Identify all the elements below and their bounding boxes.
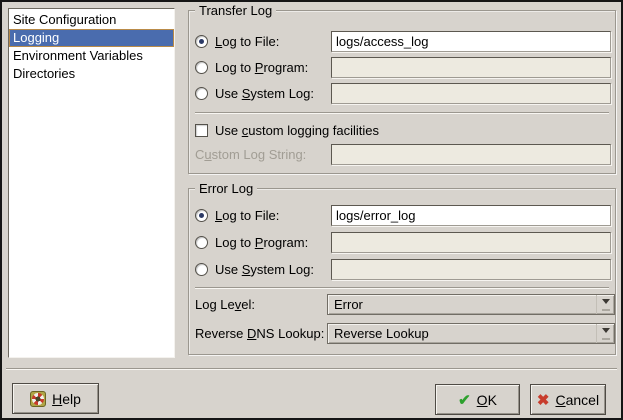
reverse-dns-lookup-select[interactable]: Reverse Lookup [327, 323, 615, 344]
log-level-value: Error [328, 295, 596, 314]
transfer-log-to-program-radio[interactable] [195, 61, 208, 74]
dropdown-arrow-icon [596, 324, 614, 343]
transfer-use-system-log-radio[interactable] [195, 87, 208, 100]
help-button[interactable]: Help [12, 383, 99, 414]
logging-settings-dialog: Site Configuration Logging Environment V… [0, 0, 623, 420]
sidebar-item-directories[interactable]: Directories [9, 65, 174, 83]
error-log-program-input [331, 232, 611, 253]
error-log-frame-title: Error Log [195, 181, 257, 196]
transfer-log-frame-title: Transfer Log [195, 3, 276, 18]
transfer-system-log-input [331, 83, 611, 104]
error-log-to-program-radio[interactable] [195, 236, 208, 249]
log-level-select[interactable]: Error [327, 294, 615, 315]
ok-button-label: OK [477, 392, 497, 408]
reverse-dns-lookup-label: Reverse DNS Lookup: [195, 326, 324, 341]
error-system-log-input [331, 259, 611, 280]
error-log-to-program-label: Log to Program: [215, 235, 308, 250]
sidebar-item-site-configuration[interactable]: Site Configuration [9, 11, 174, 29]
dropdown-arrow-icon [596, 295, 614, 314]
help-lifebuoy-icon [30, 391, 46, 407]
transfer-log-to-program-label: Log to Program: [215, 60, 308, 75]
check-icon: ✔ [458, 391, 471, 409]
error-use-system-log-label: Use System Log: [215, 262, 314, 277]
sidebar-item-logging[interactable]: Logging [9, 29, 174, 47]
error-log-to-file-radio[interactable] [195, 209, 208, 222]
use-custom-logging-facilities-label: Use custom logging facilities [215, 123, 379, 138]
reverse-dns-lookup-value: Reverse Lookup [328, 324, 596, 343]
config-section-list: Site Configuration Logging Environment V… [8, 8, 175, 358]
x-icon: ✖ [537, 391, 550, 409]
cancel-button[interactable]: ✖ Cancel [530, 384, 606, 415]
transfer-log-to-file-radio[interactable] [195, 35, 208, 48]
transfer-log-program-input [331, 57, 611, 78]
sidebar-item-environment-variables[interactable]: Environment Variables [9, 47, 174, 65]
cancel-button-label: Cancel [555, 392, 599, 408]
action-area-separator [6, 368, 617, 370]
use-custom-logging-facilities-checkbox[interactable] [195, 124, 208, 137]
error-log-frame: Error Log Log to File: Log to Program: U… [188, 188, 616, 355]
custom-log-string-label: Custom Log String: [195, 147, 306, 162]
transfer-log-frame: Transfer Log Log to File: Log to Program… [188, 10, 616, 174]
error-log-file-input[interactable] [331, 205, 611, 226]
ok-button[interactable]: ✔ OK [435, 384, 520, 415]
transfer-use-system-log-label: Use System Log: [215, 86, 314, 101]
transfer-log-file-input[interactable] [331, 31, 611, 52]
log-level-label: Log Level: [195, 297, 255, 312]
transfer-log-separator [195, 112, 609, 114]
transfer-log-to-file-label: Log to File: [215, 34, 279, 49]
error-use-system-log-radio[interactable] [195, 263, 208, 276]
help-button-label: Help [52, 391, 81, 407]
error-log-separator [195, 287, 609, 289]
error-log-to-file-label: Log to File: [215, 208, 279, 223]
custom-log-string-input [331, 144, 611, 165]
